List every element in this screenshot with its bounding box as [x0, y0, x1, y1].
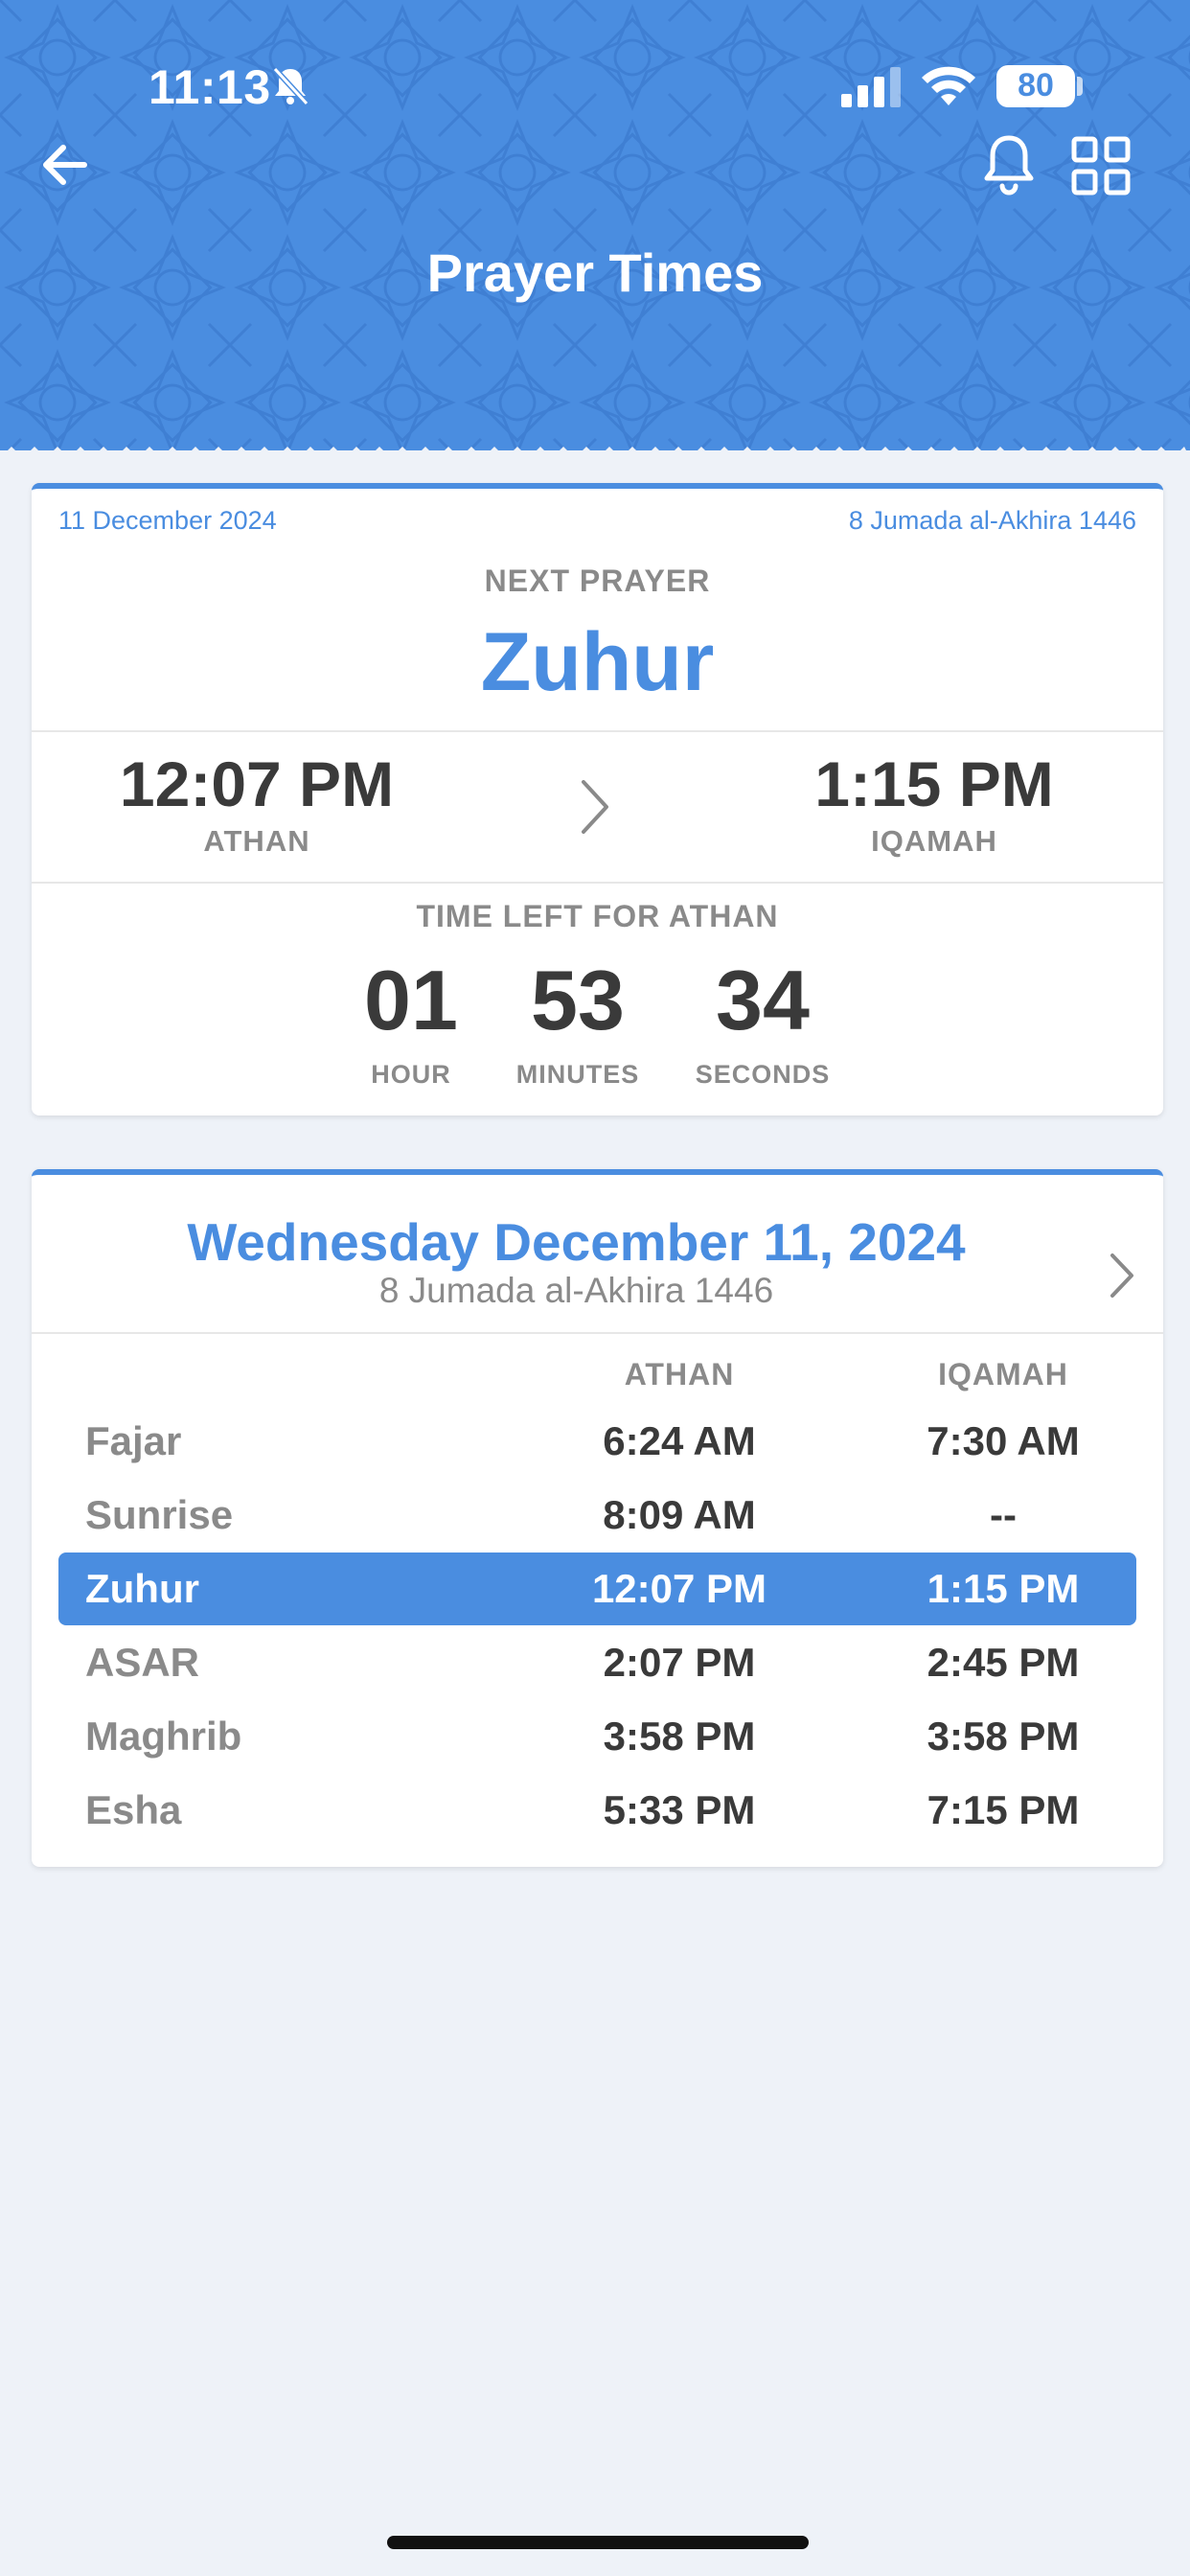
gregorian-date: 11 December 2024 [58, 506, 277, 535]
prayer-athan-time: 6:24 AM [603, 1418, 756, 1463]
divider [32, 730, 1163, 732]
next-prayer-card: 11 December 2024 8 Jumada al-Akhira 1446… [32, 483, 1163, 1116]
athan-time: 12:07 PM [119, 748, 395, 819]
prayer-iqamah-time: 7:15 PM [927, 1787, 1080, 1832]
prayer-name: Esha [85, 1787, 182, 1832]
time-left-label: TIME LEFT FOR ATHAN [416, 899, 779, 933]
iqamah-time: 1:15 PM [814, 748, 1054, 819]
prayer-row-asar: ASAR 2:07 PM 2:45 PM [58, 1626, 1136, 1699]
page-title: Prayer Times [426, 242, 764, 303]
countdown-seconds-label: SECONDS [695, 1060, 831, 1089]
countdown-minutes: 53 MINUTES [482, 958, 674, 1090]
prayer-name: Sunrise [85, 1492, 234, 1537]
battery-percent: 80 [1018, 67, 1054, 104]
prayer-name: Fajar [85, 1418, 182, 1463]
athan-label: ATHAN [203, 824, 310, 858]
day-hijri-date: 8 Jumada al-Akhira 1446 [378, 1271, 774, 1310]
prayer-iqamah-time: 1:15 PM [927, 1566, 1080, 1611]
cellular-signal-icon [841, 67, 901, 107]
status-bar: 11:13 80 [0, 0, 1190, 144]
prayer-row-esha: Esha 5:33 PM 7:15 PM [58, 1774, 1136, 1847]
prayer-iqamah-time: 7:30 AM [927, 1418, 1080, 1463]
countdown-seconds-value: 34 [716, 953, 810, 1047]
header: 11:13 80 Prayer Times [0, 0, 1190, 450]
countdown-hours: 01 HOUR [315, 958, 507, 1090]
prayer-name: Maghrib [85, 1714, 242, 1759]
prayer-name: ASAR [85, 1640, 200, 1685]
status-time: 11:13 [149, 60, 271, 114]
iqamah-label: IQAMAH [871, 824, 997, 858]
next-prayer-name: Zuhur [480, 616, 715, 708]
prayer-row-fajar: Fajar 6:24 AM 7:30 AM [58, 1405, 1136, 1478]
prayer-row-sunrise: Sunrise 8:09 AM -- [58, 1479, 1136, 1552]
countdown-seconds: 34 SECONDS [667, 958, 858, 1090]
prayer-iqamah-time: 2:45 PM [927, 1640, 1080, 1685]
divider [32, 882, 1163, 884]
athan-time-block: 12:07 PM ATHAN [65, 748, 448, 859]
bell-icon[interactable] [979, 132, 1039, 197]
header-zigzag-edge [8, 447, 1186, 450]
prayer-iqamah-time: 3:58 PM [927, 1714, 1080, 1759]
prayer-name: Zuhur [85, 1566, 199, 1611]
prayer-athan-time: 5:33 PM [603, 1787, 756, 1832]
chevron-right-icon [582, 780, 608, 834]
prayer-iqamah-time: -- [990, 1492, 1017, 1537]
iqamah-time-block: 1:15 PM IQAMAH [743, 748, 1126, 859]
hijri-date: 8 Jumada al-Akhira 1446 [848, 506, 1136, 535]
prayer-row-zuhur: Zuhur 12:07 PM 1:15 PM [58, 1552, 1136, 1625]
countdown-minutes-label: MINUTES [515, 1060, 640, 1089]
countdown-hours-label: HOUR [371, 1060, 451, 1089]
day-schedule-card: Wednesday December 11, 2024 8 Jumada al-… [32, 1169, 1163, 1867]
prayer-athan-time: 8:09 AM [603, 1492, 756, 1537]
day-title: Wednesday December 11, 2024 [187, 1212, 966, 1272]
home-indicator[interactable] [387, 2536, 809, 2549]
grid-icon[interactable] [1071, 136, 1131, 196]
battery-cap [1077, 77, 1083, 96]
countdown-minutes-value: 53 [531, 953, 625, 1047]
divider [32, 1332, 1163, 1334]
bell-slash-icon [272, 66, 309, 106]
prayer-athan-time: 2:07 PM [603, 1640, 756, 1685]
countdown-hours-value: 01 [364, 953, 458, 1047]
prayer-times-screen: 11:13 80 Prayer Times 11 December 2024 8… [0, 0, 1190, 2576]
prayer-athan-time: 12:07 PM [591, 1566, 767, 1611]
column-header-athan: ATHAN [624, 1357, 735, 1392]
column-header-iqamah: IQAMAH [938, 1357, 1068, 1392]
next-prayer-label: NEXT PRAYER [484, 564, 711, 598]
battery-icon: 80 [996, 65, 1075, 107]
wifi-icon [922, 66, 975, 105]
prayer-row-maghrib: Maghrib 3:58 PM 3:58 PM [58, 1700, 1136, 1773]
next-day-chevron-icon[interactable] [1105, 1248, 1139, 1303]
arrow-left-icon[interactable] [36, 136, 94, 194]
prayer-athan-time: 3:58 PM [603, 1714, 756, 1759]
